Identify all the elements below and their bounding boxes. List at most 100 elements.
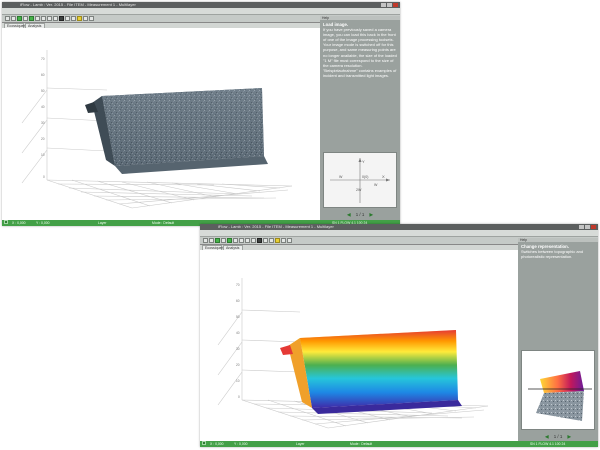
measure-icon[interactable] [269,238,274,243]
svg-text:0: 0 [43,175,45,179]
grid-icon[interactable] [35,16,40,21]
svg-text:70: 70 [236,283,240,287]
diagram-y-label: Y [362,159,365,164]
window-controls [381,3,398,7]
open-icon[interactable] [11,16,16,21]
diagram-w-left: W [339,175,343,179]
surface-view: 70 60 50 40 30 20 10 0 [217,278,489,429]
svg-text:60: 60 [41,73,45,77]
settings-icon[interactable] [83,16,88,21]
svg-text:40: 40 [41,105,45,109]
svg-text:10: 10 [236,379,240,383]
camera-icon[interactable] [29,16,34,21]
new-icon[interactable] [5,16,10,21]
thumbnail-surface [528,371,592,421]
status-mode: Mode : Default [350,442,373,446]
status-layer: Layer [296,442,305,446]
help-panel: Help Load image. If you have previously … [320,16,400,221]
rotate-icon[interactable] [251,238,256,243]
svg-text:0: 0 [238,395,240,399]
svg-text:50: 50 [41,89,45,93]
svg-text:40: 40 [236,331,240,335]
arrow-left-icon[interactable]: ◀ [347,212,350,218]
help-body: If you have previously saved a camera im… [323,27,397,78]
status-x: X : 0,000 [210,442,224,446]
axis-ticks: 70 60 50 40 30 20 10 0 [41,57,45,179]
help-pager: ◀ 1 / 1 ▶ [518,434,598,440]
zoom-icon[interactable] [47,16,52,21]
svg-text:20: 20 [236,363,240,367]
svg-text:50: 50 [236,315,240,319]
arrow-right-icon[interactable]: ▶ [568,434,571,440]
arrow-left-icon[interactable]: ◀ [545,434,548,440]
layer-icon[interactable] [41,16,46,21]
status-bar: X : 0,000 Y : 0,000 Layer Mode : Default… [200,441,598,447]
measure-icon[interactable] [71,16,76,21]
help-panel-header: Help [518,238,598,242]
grid-icon[interactable] [233,238,238,243]
help-pager: ◀ 1 / 1 ▶ [320,212,400,218]
zoom-icon[interactable] [245,238,250,243]
maximize-icon[interactable] [585,225,590,229]
options-icon[interactable] [263,238,268,243]
svg-text:30: 30 [41,121,45,125]
surface-view: 70 60 50 40 30 20 10 0 [21,50,293,209]
status-serial: SN 1 FLOW 4.1 100 24 [530,442,566,446]
options-icon[interactable] [65,16,70,21]
menubar: File Lens Analyze 3D view Workspaces Eva… [2,8,400,22]
layer-icon[interactable] [239,238,244,243]
window-bottom: iFlow - Lamb : Ver. 2015 - File ITEM - M… [200,224,598,447]
maximize-icon[interactable] [387,3,392,7]
highlight-icon[interactable] [77,16,82,21]
help-diagram: X Y 0(0) W W 2W [323,152,397,208]
window-controls [579,225,596,229]
refresh-icon[interactable] [59,16,64,21]
svg-text:60: 60 [236,299,240,303]
help-text: Load image. If you have previously saved… [323,22,397,78]
svg-text:20: 20 [41,137,45,141]
diagram-origin-label: 0(0) [362,175,368,179]
play-icon[interactable] [215,238,220,243]
surface [280,330,462,414]
save-icon[interactable] [23,16,28,21]
axis-ticks: 70 60 50 40 30 20 10 0 [236,283,240,399]
close-icon[interactable] [393,3,398,7]
diagram-w-bottom: 2W [356,188,362,192]
arrow-right-icon[interactable]: ▶ [370,212,373,218]
print-icon[interactable] [287,238,292,243]
close-icon[interactable] [591,225,596,229]
help-thumbnail [521,350,595,430]
open-icon[interactable] [209,238,214,243]
save-icon[interactable] [221,238,226,243]
svg-text:70: 70 [41,57,45,61]
window-top: iFlow - Lamb : Ver. 2015 - File ITEM - M… [2,2,400,226]
status-square-icon [4,220,8,224]
play-icon[interactable] [17,16,22,21]
help-body: Switches between topographic and photore… [521,249,584,260]
settings-icon[interactable] [281,238,286,243]
page-indicator: 1 / 1 [553,434,563,439]
menubar: File Lens Analyze 3D view Workspaces Eva… [200,230,598,244]
minimize-icon[interactable] [381,3,386,7]
surface [85,88,268,174]
svg-text:10: 10 [41,153,45,157]
3d-surface-plot[interactable]: 70 60 50 40 30 20 10 0 [2,28,320,218]
page-indicator: 1 / 1 [355,212,365,217]
camera-icon[interactable] [227,238,232,243]
print-icon[interactable] [89,16,94,21]
minimize-icon[interactable] [579,225,584,229]
status-y: Y : 0,000 [234,442,248,446]
rotate-icon[interactable] [53,16,58,21]
status-x: X : 0,000 [12,221,26,225]
refresh-icon[interactable] [257,238,262,243]
status-square-icon [202,441,206,445]
help-text: Change representation. Switches between … [521,244,595,259]
3d-surface-plot[interactable]: 70 60 50 40 30 20 10 0 [200,250,518,440]
highlight-icon[interactable] [275,238,280,243]
new-icon[interactable] [203,238,208,243]
help-panel-header: Help [320,16,400,20]
status-mode: Mode : Default [152,221,175,225]
diagram-x-label: X [382,174,385,179]
svg-text:30: 30 [236,347,240,351]
status-y: Y : 0,000 [36,221,50,225]
